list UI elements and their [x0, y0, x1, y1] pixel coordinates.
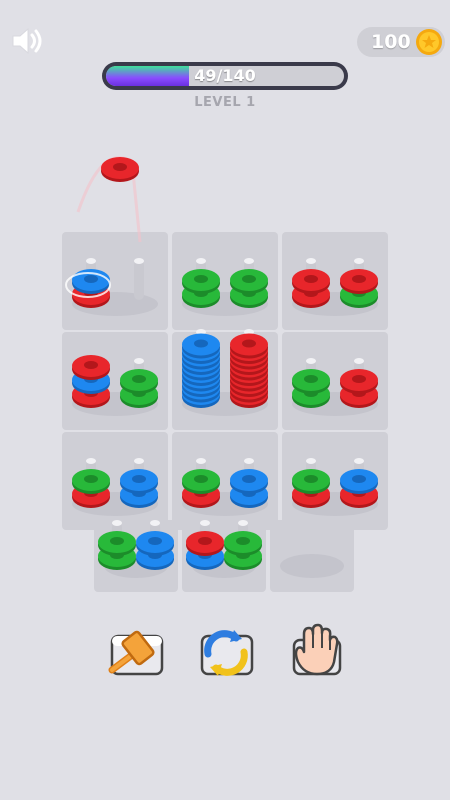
- shuffle-tool-button[interactable]: [196, 622, 256, 682]
- board-slot-r2-c2[interactable]: [172, 329, 278, 430]
- ring-red: [340, 369, 378, 394]
- held-ring[interactable]: [101, 157, 139, 182]
- ring-blue: [340, 469, 378, 494]
- board-slot-r3-c2[interactable]: [172, 432, 278, 530]
- ring-blue: [182, 333, 220, 359]
- ring-green: [120, 369, 158, 394]
- ring-red: [230, 333, 268, 359]
- extra-slot-3[interactable]: [270, 520, 354, 592]
- ring-green: [230, 269, 268, 294]
- board-slot-r1-c1[interactable]: [62, 156, 168, 330]
- ring-red: [340, 269, 378, 294]
- hand-tool-button[interactable]: [284, 622, 344, 682]
- board-slot-r2-c1[interactable]: [62, 332, 168, 430]
- board-slot-r1-c3[interactable]: [282, 232, 388, 330]
- extra-slot-2[interactable]: [182, 520, 266, 592]
- ring-green: [97, 531, 136, 556]
- board-slot-r3-c3[interactable]: [282, 432, 388, 530]
- board-slot-r2-c3[interactable]: [282, 332, 388, 430]
- board-slot-r1-c2[interactable]: [172, 232, 278, 330]
- ring-green: [72, 469, 110, 494]
- hand-tool-icon: [292, 623, 342, 676]
- hammer-tool-icon: [108, 630, 164, 676]
- ring-green: [182, 269, 220, 294]
- peg: [134, 260, 144, 300]
- ring-green: [292, 369, 330, 394]
- ring-red: [72, 355, 110, 380]
- ring-green: [292, 469, 330, 494]
- shuffle-tool-icon: [200, 630, 254, 676]
- ring-blue: [136, 531, 175, 556]
- ring-red: [185, 531, 224, 556]
- ring-green: [224, 531, 263, 556]
- hammer-tool-button[interactable]: [106, 622, 166, 682]
- ring-red: [292, 269, 330, 294]
- ring-blue: [230, 469, 268, 494]
- ring-green: [182, 469, 220, 494]
- ring-blue: [120, 469, 158, 494]
- extra-slot-1[interactable]: [94, 520, 178, 592]
- board-slot-r3-c1[interactable]: [62, 432, 168, 530]
